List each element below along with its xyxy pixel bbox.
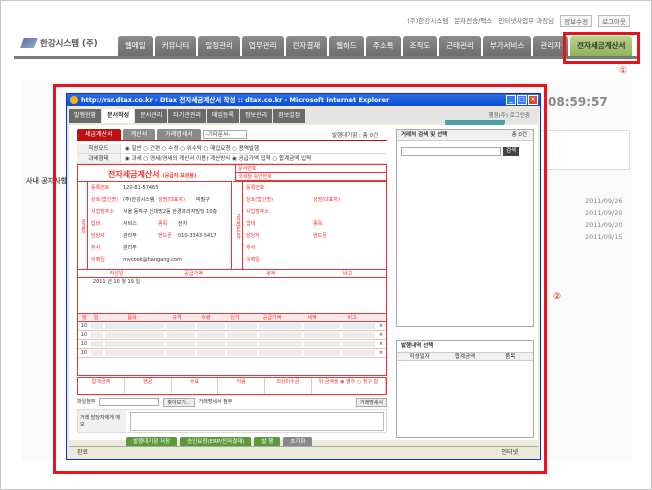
user-info: 인터넷사업부 과장님 xyxy=(498,17,555,25)
main-nav: 웹메일 커뮤니티 일정관리 업무관리 전자결재 웹하드 주소록 조직도 근태관리… xyxy=(118,36,633,56)
clock: 08:59:57 xyxy=(548,95,608,109)
nav-webmail[interactable]: 웹메일 xyxy=(118,36,153,56)
edit-profile-button[interactable]: 정보수정 xyxy=(560,15,593,27)
nav-org-chart[interactable]: 조직도 xyxy=(402,36,438,56)
nav-divider xyxy=(14,56,638,59)
logo[interactable]: 한강시스템 (주) xyxy=(20,37,98,49)
notice-date: 2011/09/20 xyxy=(585,221,623,229)
nav-schedule[interactable]: 일정관리 xyxy=(198,36,240,56)
top-links: (주)한강시스템 문자전송/팩스 인터넷사업부 과장님 정보수정 로그아웃 xyxy=(407,15,630,27)
nav-webhard[interactable]: 웹하드 xyxy=(329,36,364,56)
notice-date: 2011/09/15 xyxy=(585,233,623,241)
nav-extra-services[interactable]: 부가서비스 xyxy=(482,36,532,56)
notice-date: 2011/09/26 xyxy=(585,197,623,205)
logo-icon xyxy=(20,38,38,48)
notice-dates: 2011/09/26 2011/09/20 2011/09/20 2011/09… xyxy=(585,195,622,243)
nav-approval[interactable]: 전자결재 xyxy=(285,36,328,56)
annotation-1: ① xyxy=(619,66,628,76)
notice-date: 2011/09/20 xyxy=(585,209,623,217)
highlight-box-2 xyxy=(53,84,547,474)
link-sms-fax[interactable]: 문자전송/팩스 xyxy=(454,15,492,27)
logo-text: 한강시스템 (주) xyxy=(40,39,98,49)
highlight-box-1 xyxy=(563,32,640,64)
nav-attendance[interactable]: 근태관리 xyxy=(439,36,481,56)
nav-tasks[interactable]: 업무관리 xyxy=(241,36,284,56)
logout-button[interactable]: 로그아웃 xyxy=(598,15,630,27)
annotation-2: ② xyxy=(553,292,562,302)
link-company[interactable]: (주)한강시스템 xyxy=(407,15,448,27)
nav-community[interactable]: 커뮤니티 xyxy=(154,36,197,56)
nav-addressbook[interactable]: 주소록 xyxy=(365,36,401,56)
